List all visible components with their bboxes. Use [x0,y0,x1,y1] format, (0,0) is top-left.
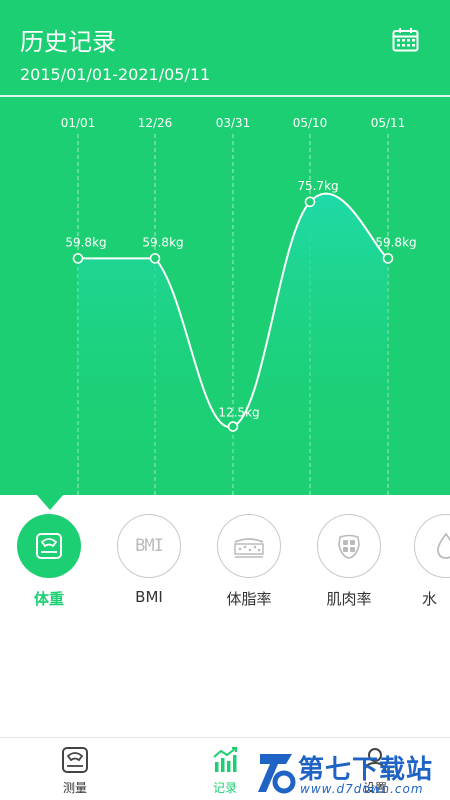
x-tick-label: 03/31 [216,116,251,130]
metric-label: 水 [422,590,438,608]
metric-water[interactable]: 水 [414,514,450,609]
x-tick-label: 05/10 [293,116,328,130]
x-tick-label: 01/01 [61,116,96,130]
data-label: 59.8kg [65,235,106,249]
watermark-logo [258,754,296,794]
metric-selector: 体重 BMI BMI 体脂率 肌肉率 水 [0,514,450,614]
data-point[interactable] [149,253,161,264]
tab-records[interactable]: 记录 [190,744,260,796]
metric-muscle[interactable]: 肌肉率 [314,514,384,609]
metric-label: 体脂率 [226,590,272,608]
watermark-url: www.d7down.com [300,782,424,796]
date-range[interactable]: 2015/01/01-2021/05/11 [20,65,210,84]
selected-metric-pointer [36,494,64,510]
metric-label: 体重 [33,590,64,608]
metric-bmi[interactable]: BMI BMI [114,514,184,606]
data-point[interactable] [72,253,84,264]
tab-label: 记录 [212,781,237,795]
scale-icon [36,533,62,559]
water-drop-icon [437,532,450,559]
x-tick-label: 05/11 [371,116,406,130]
watermark-name: 第七下载站 [298,755,434,785]
metric-weight[interactable]: 体重 [14,514,84,609]
metric-body-fat[interactable]: 体脂率 [214,514,284,609]
scale-icon [62,747,88,773]
x-tick-label: 12/26 [138,116,173,130]
page-title: 历史记录 [20,28,116,56]
data-label: 59.8kg [375,235,416,249]
bmi-icon: BMI [135,536,164,556]
body-fat-icon [234,538,264,558]
data-point[interactable] [382,253,394,264]
data-point[interactable] [304,196,316,208]
calendar-icon[interactable] [392,27,419,52]
data-label: 12.5kg [218,406,259,420]
data-label: 59.8kg [142,235,183,249]
tab-measure[interactable]: 测量 [40,744,110,796]
tab-label: 测量 [62,781,87,795]
data-point[interactable] [227,421,239,432]
chart-icon [213,747,237,772]
metric-label: BMI [135,588,163,606]
muscle-icon [338,534,360,559]
watermark: 第七下载站 www.d7down.com [252,748,450,800]
data-label: 75.7kg [297,179,338,193]
weight-history-chart: 01/01 12/26 03/31 05/10 05/11 59.8kg 59.8kg 12… [61,116,417,496]
metric-label: 肌肉率 [326,590,372,608]
